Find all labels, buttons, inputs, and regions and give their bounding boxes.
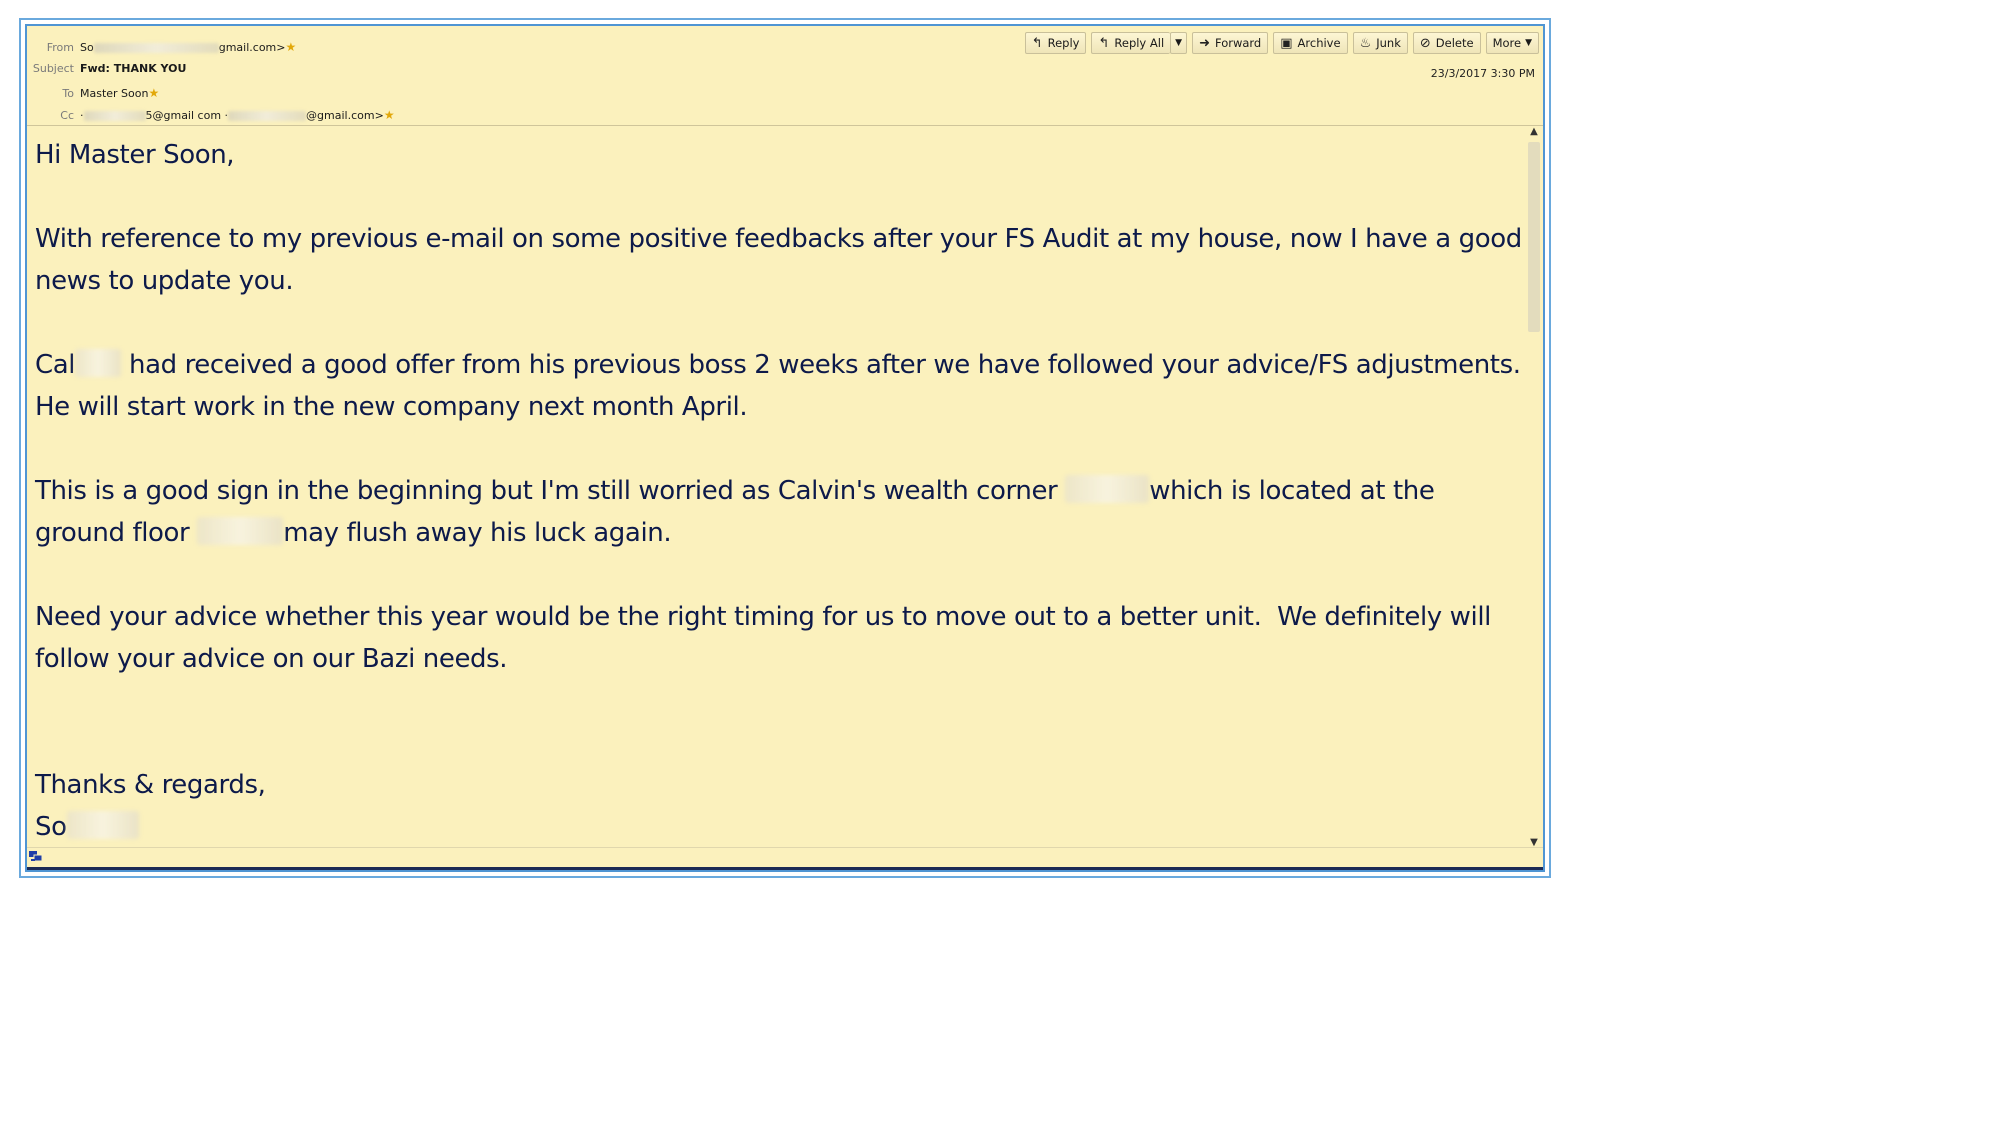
redacted-name (66, 811, 139, 839)
forward-icon: ➜ (1199, 35, 1210, 51)
junk-button[interactable]: ♨ Junk (1352, 32, 1408, 54)
archive-label: Archive (1297, 36, 1341, 50)
reply-all-label: Reply All (1114, 36, 1165, 50)
paragraph-2-start: Cal (35, 350, 76, 380)
redacted-text (1065, 475, 1150, 503)
paragraph-4: Need your advice whether this year would… (35, 602, 1499, 674)
vertical-scrollbar[interactable]: ▲ ▼ (1527, 126, 1541, 848)
message-header: From So gmail.com>★ Subject Fwd: THANK YOU … (27, 26, 1543, 126)
subject-row: Subject Fwd: THANK YOU (27, 62, 187, 75)
redacted-name (75, 349, 122, 377)
message-date: 23/3/2017 3:30 PM (1430, 67, 1535, 80)
status-bar (27, 847, 1543, 870)
reply-button[interactable]: ↰ Reply (1024, 32, 1087, 54)
redacted-text (197, 517, 284, 545)
star-icon[interactable]: ★ (285, 40, 296, 54)
more-label: More (1492, 36, 1522, 50)
signature-start: So (35, 812, 67, 842)
forward-label: Forward (1214, 36, 1262, 50)
star-icon[interactable]: ★ (148, 86, 159, 100)
cc-recipient-1-prefix[interactable]: · (80, 109, 84, 122)
chevron-down-icon: ▼ (1525, 38, 1532, 48)
paragraph-2-rest: had received a good offer from his previ… (35, 350, 1521, 422)
cc-recipient-2-suffix[interactable]: @gmail.com> (306, 109, 384, 122)
to-row: To Master Soon★ (27, 86, 159, 100)
reply-label: Reply (1047, 36, 1080, 50)
paragraph-3: This is a good sign in the beginning but… (27, 470, 1527, 554)
paragraph-1: With reference to my previous e-mail on … (35, 224, 1522, 296)
cc-recipient-1-suffix[interactable]: 5@gmail com · (146, 109, 229, 122)
delete-button[interactable]: ⊘ Delete (1412, 32, 1481, 54)
sign-off: Thanks & regards, (35, 770, 266, 800)
window-frame: From So gmail.com>★ Subject Fwd: THANK YOU … (19, 18, 1551, 878)
more-button[interactable]: More ▼ (1485, 32, 1539, 54)
reply-all-icon: ↰ (1098, 35, 1110, 51)
to-recipient[interactable]: Master Soon (80, 87, 148, 100)
message-body: Hi Master Soon, With reference to my pre… (27, 126, 1527, 846)
reply-all-dropdown[interactable]: ▼ (1170, 32, 1188, 54)
to-label: To (62, 87, 74, 100)
scrollbar-thumb[interactable] (1528, 142, 1540, 332)
connection-status-icon (29, 851, 43, 862)
redacted-cc-2 (228, 111, 307, 121)
junk-flame-icon: ♨ (1359, 35, 1372, 51)
chevron-down-icon: ▼ (1175, 38, 1183, 48)
subject-value: Fwd: THANK YOU (80, 62, 187, 75)
cc-label: Cc (60, 109, 74, 122)
reply-all-button[interactable]: ↰ Reply All (1091, 32, 1171, 54)
from-name-prefix[interactable]: So (80, 41, 94, 54)
paragraph-3-c: may flush away his luck again. (283, 518, 672, 548)
status-divider (27, 867, 1543, 870)
signature: So (27, 806, 1527, 846)
from-row: From So gmail.com>★ (27, 40, 297, 54)
from-address-suffix[interactable]: gmail.com> (219, 41, 286, 54)
message-pane: From So gmail.com>★ Subject Fwd: THANK YOU … (25, 24, 1545, 872)
archive-button[interactable]: ▣ Archive (1273, 32, 1348, 54)
reply-all-split: ↰ Reply All ▼ (1091, 32, 1188, 54)
redacted-cc-1 (83, 111, 146, 121)
scroll-up-arrow-icon[interactable]: ▲ (1527, 126, 1541, 137)
junk-label: Junk (1376, 36, 1401, 50)
paragraph-2: Cal had received a good offer from his p… (27, 344, 1527, 428)
delete-icon: ⊘ (1419, 35, 1431, 51)
paragraph-3-a: This is a good sign in the beginning but… (35, 476, 1066, 506)
archive-icon: ▣ (1280, 35, 1293, 51)
message-toolbar: ↰ Reply ↰ Reply All ▼ ➜ Forward ▣ Archive ♨ J… (1024, 32, 1539, 54)
from-label: From (46, 41, 74, 54)
reply-icon: ↰ (1031, 35, 1043, 51)
cc-row: Cc · 5@gmail com · @gmail.com>★ (27, 108, 395, 122)
greeting: Hi Master Soon, (35, 140, 235, 170)
forward-button[interactable]: ➜ Forward (1192, 32, 1269, 54)
star-icon[interactable]: ★ (384, 108, 395, 122)
subject-label: Subject (32, 62, 74, 75)
redacted-sender (93, 43, 219, 53)
delete-label: Delete (1435, 36, 1474, 50)
